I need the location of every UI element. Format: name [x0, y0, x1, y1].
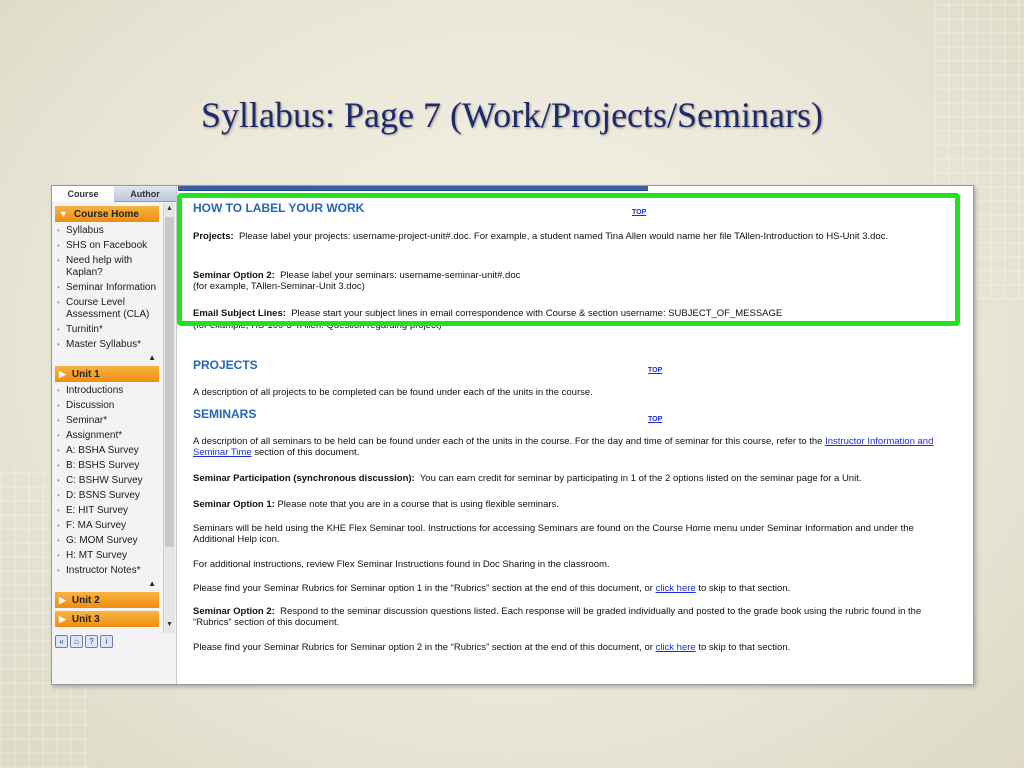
text: to skip to that section.: [698, 642, 791, 653]
text: Please label your projects: username-pro…: [238, 231, 889, 242]
text: You can earn credit for seminar by parti…: [419, 473, 862, 484]
text: section of this document.: [254, 447, 360, 458]
label: Seminar Participation (synchronous discu…: [193, 473, 415, 484]
nav-icon-bar: « ⌂ ? i: [55, 635, 113, 648]
label: Projects:: [193, 231, 234, 242]
lms-screenshot: Course Author ▼ Course Home Syllabus SHS…: [51, 185, 974, 685]
nav-item-seminar[interactable]: Seminar*: [52, 414, 162, 429]
section-label: Unit 2: [71, 594, 100, 606]
how-to-label-section: HOW TO LABEL YOUR WORK: [193, 201, 951, 215]
nav-item-ma-survey[interactable]: F: MA Survey: [52, 519, 162, 534]
section-unit-3[interactable]: ▶ Unit 3: [55, 611, 159, 627]
rubric-option-1: Please find your Seminar Rubrics for Sem…: [193, 583, 951, 594]
text: Please note that you are in a course tha…: [277, 499, 559, 510]
nav-scrollbar[interactable]: ▲ ▼: [163, 203, 175, 633]
nav-item-help[interactable]: Need help with Kaplan?: [52, 254, 162, 281]
top-link[interactable]: TOP: [632, 207, 646, 218]
text: Please label your seminars: username-sem…: [280, 270, 521, 281]
nav-item-hit-survey[interactable]: E: HIT Survey: [52, 504, 162, 519]
tab-author[interactable]: Author: [114, 186, 176, 202]
chevron-down-icon: ▼: [59, 209, 68, 219]
section-label: Unit 3: [71, 613, 100, 625]
info-icon[interactable]: i: [100, 635, 113, 648]
section-course-home[interactable]: ▼ Course Home: [55, 206, 159, 222]
nav-item-bshw-survey[interactable]: C: BSHW Survey: [52, 474, 162, 489]
section-heading: HOW TO LABEL YOUR WORK: [193, 201, 365, 215]
chevron-right-icon: ▶: [59, 368, 66, 379]
course-nav-panel: Course Author ▼ Course Home Syllabus SHS…: [52, 186, 177, 684]
nav-item-assignment[interactable]: Assignment*: [52, 429, 162, 444]
syllabus-document: HOW TO LABEL YOUR WORK TOP Projects: Ple…: [178, 186, 973, 684]
nav-item-bshs-survey[interactable]: B: BSHS Survey: [52, 459, 162, 474]
label: Seminar Option 1:: [193, 499, 275, 510]
collapse-up-icon[interactable]: ▲: [52, 579, 162, 589]
text: Respond to the seminar discussion questi…: [193, 606, 922, 628]
additional-instructions: For additional instructions, review Flex…: [193, 559, 951, 570]
nav-tabs: Course Author: [52, 186, 176, 202]
nav-scroll-area: ▼ Course Home Syllabus SHS on Facebook N…: [52, 203, 162, 633]
text: Please find your Seminar Rubrics for Sem…: [193, 583, 653, 594]
projects-section: PROJECTS: [193, 358, 951, 372]
label: Seminar Option 2:: [193, 606, 275, 617]
nav-item-facebook[interactable]: SHS on Facebook: [52, 239, 162, 254]
scroll-down-icon[interactable]: ▼: [166, 621, 173, 628]
seminars-section: SEMINARS: [193, 407, 951, 421]
section-label: Unit 1: [71, 368, 100, 380]
projects-label-rule: Projects: Please label your projects: us…: [193, 231, 951, 242]
tab-course[interactable]: Course: [52, 186, 114, 202]
paragraph: A description of all projects to be comp…: [193, 387, 593, 398]
section-heading: SEMINARS: [193, 407, 257, 421]
click-here-link[interactable]: click here: [656, 642, 696, 653]
chevron-right-icon: ▶: [59, 594, 66, 605]
help-icon[interactable]: ?: [85, 635, 98, 648]
top-menu-strip: [178, 186, 648, 191]
paragraph: For additional instructions, review Flex…: [193, 559, 610, 570]
slide-title: Syllabus: Page 7 (Work/Projects/Seminars…: [200, 95, 824, 135]
nav-item-syllabus[interactable]: Syllabus: [52, 224, 162, 239]
chevron-right-icon: ▶: [59, 613, 66, 624]
text: A description of all seminars to be held…: [193, 436, 823, 447]
projects-text: A description of all projects to be comp…: [193, 387, 951, 398]
scroll-up-icon[interactable]: ▲: [166, 205, 173, 212]
label: Email Subject Lines:: [193, 308, 286, 319]
nav-item-mt-survey[interactable]: H: MT Survey: [52, 549, 162, 564]
top-link[interactable]: TOP: [648, 365, 662, 376]
click-here-link[interactable]: click here: [656, 583, 696, 594]
email-subject-rule: Email Subject Lines: Please start your s…: [193, 308, 951, 331]
text: Please find your Seminar Rubrics for Sem…: [193, 642, 653, 653]
section-heading: PROJECTS: [193, 358, 258, 372]
seminar-participation: Seminar Participation (synchronous discu…: [193, 473, 951, 484]
nav-item-mom-survey[interactable]: G: MOM Survey: [52, 534, 162, 549]
nav-item-master-syllabus[interactable]: Master Syllabus*: [52, 338, 162, 353]
nav-item-introductions[interactable]: Introductions: [52, 384, 162, 399]
top-link[interactable]: TOP: [648, 414, 662, 425]
nav-item-bsha-survey[interactable]: A: BSHA Survey: [52, 444, 162, 459]
nav-item-seminar-info[interactable]: Seminar Information: [52, 281, 162, 296]
seminar-option-2: Seminar Option 2: Respond to the seminar…: [193, 606, 951, 628]
example: (for example, TAllen-Seminar-Unit 3.doc): [193, 281, 365, 292]
nav-item-turnitin[interactable]: Turnitin*: [52, 323, 162, 338]
home-icon[interactable]: ⌂: [70, 635, 83, 648]
section-unit-2[interactable]: ▶ Unit 2: [55, 592, 159, 608]
seminar-option-2-label-rule: Seminar Option 2: Please label your semi…: [193, 270, 951, 292]
collapse-panel-icon[interactable]: «: [55, 635, 68, 648]
seminars-intro: A description of all seminars to be held…: [193, 436, 951, 458]
flex-seminar-text: Seminars will be held using the KHE Flex…: [193, 523, 951, 545]
example: (for example, HS-100-3-TAllen: Question …: [193, 320, 442, 331]
section-unit-1[interactable]: ▶ Unit 1: [55, 366, 159, 382]
nav-item-bsns-survey[interactable]: D: BSNS Survey: [52, 489, 162, 504]
collapse-up-icon[interactable]: ▲: [52, 353, 162, 363]
section-label: Course Home: [73, 208, 139, 220]
paragraph: Seminars will be held using the KHE Flex…: [193, 523, 914, 545]
rubric-option-2: Please find your Seminar Rubrics for Sem…: [193, 642, 951, 653]
seminar-option-1: Seminar Option 1: Please note that you a…: [193, 499, 951, 510]
scroll-thumb[interactable]: [165, 217, 174, 547]
nav-item-cla[interactable]: Course Level Assessment (CLA): [52, 296, 162, 323]
nav-item-discussion[interactable]: Discussion: [52, 399, 162, 414]
nav-item-instructor-notes[interactable]: Instructor Notes*: [52, 564, 162, 579]
text: Please start your subject lines in email…: [291, 308, 783, 319]
text: to skip to that section.: [698, 583, 791, 594]
label: Seminar Option 2:: [193, 270, 275, 281]
